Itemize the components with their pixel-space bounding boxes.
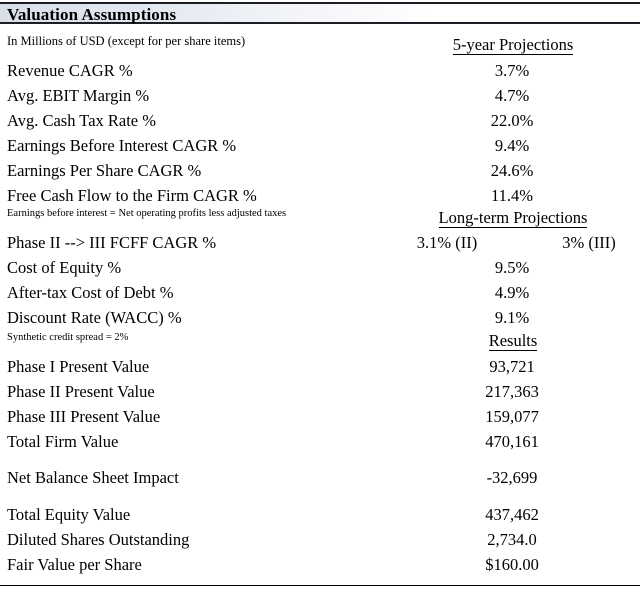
row-value: 159,077 <box>485 407 539 426</box>
row-label: Diluted Shares Outstanding <box>7 530 190 549</box>
table-row: Phase I Present Value 93,721 <box>0 355 640 379</box>
row-label: Cost of Equity % <box>7 258 122 277</box>
row-value: 24.6% <box>490 161 534 180</box>
row-value: 217,363 <box>485 382 539 401</box>
row-label: Free Cash Flow to the Firm CAGR % <box>7 186 257 205</box>
table-row: Phase III Present Value 159,077 <box>0 405 640 429</box>
valuation-assumptions-sheet: Valuation Assumptions In Millions of USD… <box>0 0 640 596</box>
row-label: Total Equity Value <box>7 505 131 524</box>
section-header-results: Results <box>402 329 624 352</box>
table-row: Fair Value per Share $160.00 <box>0 553 640 577</box>
row-label: Phase I Present Value <box>7 357 150 376</box>
row-value: -32,699 <box>486 468 538 487</box>
row-value-phase-ii: 3.1% (II) <box>416 233 478 252</box>
row-value: $160.00 <box>485 555 539 574</box>
row-label: Revenue CAGR % <box>7 61 133 80</box>
row-value: 3.7% <box>494 61 530 80</box>
section-header-long-term-text: Long-term Projections <box>438 208 588 228</box>
table-row: Total Firm Value 470,161 <box>0 430 640 454</box>
table-row: Total Equity Value 437,462 <box>0 503 640 527</box>
row-label: Phase II Present Value <box>7 382 155 401</box>
row-label: Earnings Per Share CAGR % <box>7 161 202 180</box>
row-label: After-tax Cost of Debt % <box>7 283 174 302</box>
section-header-long-term-row: Long-term Projections <box>0 206 640 230</box>
row-label: Net Balance Sheet Impact <box>7 468 179 487</box>
row-label: Avg. EBIT Margin % <box>7 86 150 105</box>
row-value: 437,462 <box>485 505 539 524</box>
row-label: Phase II --> III FCFF CAGR % <box>7 233 217 252</box>
row-value: 22.0% <box>490 111 534 130</box>
row-value: 470,161 <box>485 432 539 451</box>
row-value: 9.4% <box>494 136 530 155</box>
table-row: Avg. Cash Tax Rate % 22.0% <box>0 109 640 133</box>
table-row: Earnings Before Interest CAGR % 9.4% <box>0 134 640 158</box>
table-row: After-tax Cost of Debt % 4.9% <box>0 281 640 305</box>
title-bar: Valuation Assumptions <box>0 2 640 24</box>
table-row: Free Cash Flow to the Firm CAGR % 11.4% <box>0 184 640 208</box>
row-label: Earnings Before Interest CAGR % <box>7 136 237 155</box>
table-row: Phase II Present Value 217,363 <box>0 380 640 404</box>
row-label: Total Firm Value <box>7 432 119 451</box>
row-value: 4.9% <box>494 283 530 302</box>
table-row: Phase II --> III FCFF CAGR % 3.1% (II) 3… <box>0 231 640 255</box>
table-row: Avg. EBIT Margin % 4.7% <box>0 84 640 108</box>
row-label: Fair Value per Share <box>7 555 142 574</box>
row-label: Discount Rate (WACC) % <box>7 308 182 327</box>
table-row: Discount Rate (WACC) % 9.1% <box>0 306 640 330</box>
bottom-divider <box>0 585 640 586</box>
row-value: 93,721 <box>489 357 535 376</box>
section-header-results-row: Results <box>0 329 640 353</box>
row-label: Avg. Cash Tax Rate % <box>7 111 156 130</box>
table-row: Cost of Equity % 9.5% <box>0 256 640 280</box>
row-value: 9.1% <box>494 308 530 327</box>
row-value: 11.4% <box>490 186 533 205</box>
page-title: Valuation Assumptions <box>7 5 177 24</box>
row-value-phase-iii: 3% (III) <box>562 233 616 252</box>
table-row: Diluted Shares Outstanding 2,734.0 <box>0 528 640 552</box>
row-value: 9.5% <box>494 258 530 277</box>
table-row: Earnings Per Share CAGR % 24.6% <box>0 159 640 183</box>
row-value: 2,734.0 <box>487 530 537 549</box>
section-header-five-year: 5-year Projections <box>402 33 624 56</box>
section-header-five-year-text: 5-year Projections <box>452 35 574 55</box>
table-row: Net Balance Sheet Impact -32,699 <box>0 466 640 490</box>
section-header-results-text: Results <box>488 331 538 351</box>
row-value: 4.7% <box>494 86 530 105</box>
section-header-long-term: Long-term Projections <box>402 206 624 229</box>
section-header-five-year-row: 5-year Projections <box>0 33 640 57</box>
row-label: Phase III Present Value <box>7 407 161 426</box>
table-row: Revenue CAGR % 3.7% <box>0 59 640 83</box>
